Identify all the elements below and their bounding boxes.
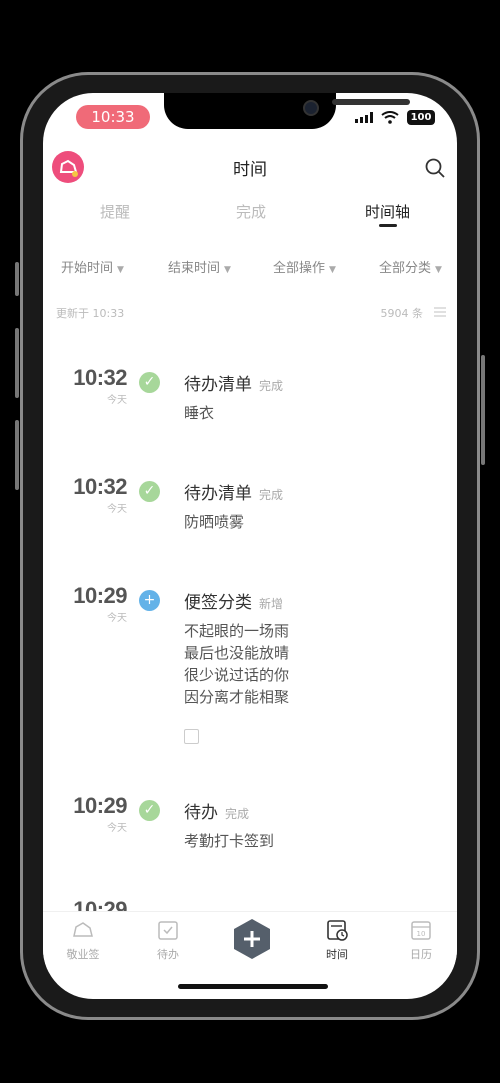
screen: 10:33 100 时间 提醒 完成 时间轴 开始时间 ▼ 结束时间 ▼ 全部操… <box>43 93 457 999</box>
chevron-down-icon: ▼ <box>329 265 336 275</box>
tab-reminders[interactable]: 提醒 <box>100 201 130 222</box>
content-line: 不起眼的一场雨 <box>184 622 290 640</box>
entry-day: 今天 <box>107 395 127 406</box>
filter-label: 结束时间 <box>168 261 221 276</box>
check-icon: ✓ <box>139 800 160 821</box>
record-count: 5904 条 <box>380 307 424 320</box>
content-line: 因分离才能相聚 <box>184 688 290 706</box>
status-indicators: 100 <box>355 109 435 125</box>
active-tab-indicator <box>379 224 397 227</box>
category-label: 便签分类 <box>184 593 252 613</box>
entry-action: 新增 <box>259 597 284 611</box>
volume-down-button <box>15 420 19 490</box>
todo-icon <box>158 921 178 940</box>
entry-action: 完成 <box>225 807 250 821</box>
cellular-signal-icon <box>355 112 373 123</box>
entry-content: 防晒喷雾 <box>184 513 245 531</box>
front-camera <box>303 100 319 116</box>
filter-label: 开始时间 <box>61 261 114 276</box>
entry-day: 今天 <box>107 613 127 624</box>
chevron-down-icon: ▼ <box>224 265 231 275</box>
list-meta: 更新于 10:33 5904 条 <box>56 305 446 321</box>
page-title: 时间 <box>233 160 267 180</box>
check-icon: ✓ <box>139 481 160 502</box>
entry-category: 待办 完成 <box>184 798 249 823</box>
tabbar-item-time[interactable]: 时间 <box>307 918 367 962</box>
timeline-entry-partial[interactable]: 10:29 <box>43 899 457 911</box>
entry-day: 今天 <box>107 504 127 515</box>
mute-switch <box>15 262 19 296</box>
battery-indicator: 100 <box>407 109 435 125</box>
entry-action: 完成 <box>259 488 284 502</box>
app-header: 时间 <box>43 145 457 189</box>
entry-day: 今天 <box>107 823 127 834</box>
image-attachment-icon[interactable] <box>184 729 199 744</box>
entry-action: 完成 <box>259 379 284 393</box>
speaker <box>332 99 410 105</box>
tabbar-item-todo[interactable]: 待办 <box>138 918 198 962</box>
tabbar-label: 敬业签 <box>66 948 100 961</box>
tabbar-label: 时间 <box>326 948 348 961</box>
entry-category: 待办清单 完成 <box>184 479 283 504</box>
entry-time: 10:29 <box>73 793 127 818</box>
list-icon[interactable] <box>434 307 446 317</box>
power-button <box>481 355 485 465</box>
tabbar-label: 待办 <box>157 948 179 961</box>
search-button[interactable] <box>424 157 446 179</box>
entry-category: 待办清单 完成 <box>184 370 283 395</box>
notch <box>164 93 410 129</box>
home-indicator <box>178 984 328 989</box>
category-label: 待办 <box>184 803 218 823</box>
content-line: 最后也没能放晴 <box>184 644 290 662</box>
content-line: 很少说过话的你 <box>184 666 290 684</box>
plus-icon: + <box>139 590 160 611</box>
updated-time: 更新于 10:33 <box>56 307 125 320</box>
status-time: 10:33 <box>76 105 150 129</box>
bottom-tab-bar: 敬业签 待办 时间 10 日历 <box>43 911 457 972</box>
entry-time: 10:29 <box>73 899 127 911</box>
tabbar-item-notes[interactable]: 敬业签 <box>53 918 113 962</box>
filter-end-time[interactable]: 结束时间 ▼ <box>168 257 231 276</box>
filter-start-time[interactable]: 开始时间 ▼ <box>61 257 124 276</box>
tabbar-label: 日历 <box>410 948 432 961</box>
chevron-down-icon: ▼ <box>117 265 124 275</box>
tab-completed[interactable]: 完成 <box>236 201 266 222</box>
entry-content: 不起眼的一场雨 最后也没能放晴 很少说过话的你 因分离才能相聚 <box>184 620 289 708</box>
tab-timeline[interactable]: 时间轴 <box>365 201 410 222</box>
chevron-down-icon: ▼ <box>435 265 442 275</box>
filter-categories[interactable]: 全部分类 ▼ <box>379 257 442 276</box>
filter-bar: 开始时间 ▼ 结束时间 ▼ 全部操作 ▼ 全部分类 ▼ <box>43 257 457 277</box>
filter-label: 全部分类 <box>379 261 432 276</box>
filter-label: 全部操作 <box>273 261 326 276</box>
time-icon <box>327 920 348 941</box>
check-icon: ✓ <box>139 372 160 393</box>
volume-up-button <box>15 328 19 398</box>
entry-time: 10:29 <box>73 583 127 608</box>
wifi-icon <box>381 110 399 124</box>
svg-text:10: 10 <box>417 930 426 938</box>
category-label: 待办清单 <box>184 484 252 504</box>
add-button[interactable] <box>233 918 271 960</box>
category-label: 待办清单 <box>184 375 252 395</box>
entry-content: 睡衣 <box>184 404 215 422</box>
entry-category: 便签分类 新增 <box>184 588 283 613</box>
add-icon <box>234 919 270 959</box>
entry-content: 考勤打卡签到 <box>184 832 275 850</box>
tabbar-item-calendar[interactable]: 10 日历 <box>391 918 451 962</box>
cloud-note-icon <box>73 922 93 937</box>
search-icon <box>425 158 445 178</box>
entry-time: 10:32 <box>73 365 127 390</box>
filter-operations[interactable]: 全部操作 ▼ <box>273 257 336 276</box>
calendar-icon: 10 <box>411 921 431 940</box>
entry-time: 10:32 <box>73 474 127 499</box>
